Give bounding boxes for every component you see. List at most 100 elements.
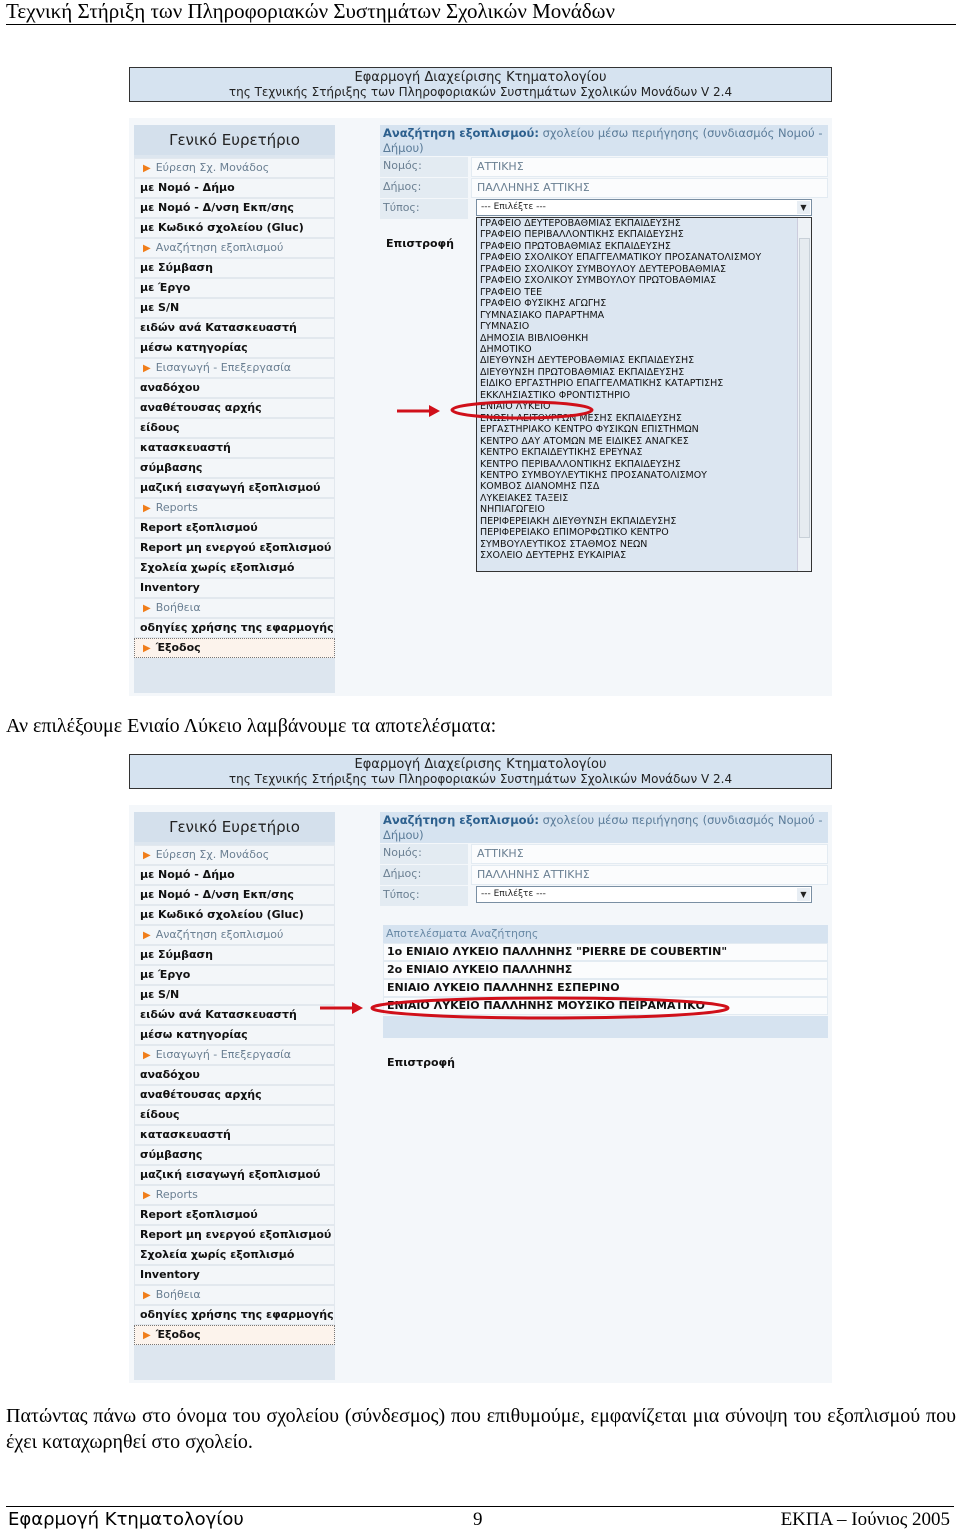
sidebar-item[interactable]: Report μη ενεργού εξοπλισμού — [134, 1225, 335, 1245]
sidebar-item-label: Έξοδος — [155, 641, 201, 654]
sidebar-item[interactable]: μαζική εισαγωγή εξοπλισμού — [134, 1165, 335, 1185]
sidebar-item[interactable]: μαζική εισαγωγή εξοπλισμού — [134, 478, 335, 498]
sidebar-item[interactable]: σύμβασης — [134, 458, 335, 478]
dropdown-option[interactable]: ΓΡΑΦΕΙΟ ΣΧΟΛΙΚΟΥ ΕΠΑΓΓΕΛΜΑΤΙΚΟΥ ΠΡΟΣΑΝΑΤ… — [480, 252, 811, 263]
dropdown-option[interactable]: ΓΡΑΦΕΙΟ ΠΕΡΙΒΑΛΛΟΝΤΙΚΗΣ ΕΚΠΑΙΔΕΥΣΗΣ — [480, 229, 811, 240]
sidebar-item[interactable]: ▶ Έξοδος — [134, 638, 335, 658]
sidebar-item[interactable]: οδηγίες χρήσης της εφαρμογής — [134, 1305, 335, 1325]
chevron-down-icon[interactable]: ▼ — [797, 888, 810, 901]
dimos-label: Δήμος: — [380, 865, 468, 885]
dropdown-option[interactable]: ΚΕΝΤΡΟ ΣΥΜΒΟΥΛΕΥΤΙΚΗΣ ΠΡΟΣΑΝΑΤΟΛΙΣΜΟΥ — [480, 470, 811, 481]
sidebar-item[interactable]: με Σύμβαση — [134, 258, 335, 278]
sidebar-item-label: ειδών ανά Κατασκευαστή — [140, 1008, 297, 1021]
dropdown-option[interactable]: ΓΡΑΦΕΙΟ ΣΧΟΛΙΚΟΥ ΣΥΜΒΟΥΛΟΥ ΔΕΥΤΕΡΟΒΑΘΜΙΑ… — [480, 264, 811, 275]
dropdown-option[interactable]: ΓΥΜΝΑΣΙΟ — [480, 321, 811, 332]
dropdown-option[interactable]: ΠΕΡΙΦΕΡΕΙΑΚΗ ΔΙΕΥΘΥΝΣΗ ΕΚΠΑΙΔΕΥΣΗΣ — [480, 516, 811, 527]
sidebar-item[interactable]: Σχολεία χωρίς εξοπλισμό — [134, 1245, 335, 1265]
dropdown-option[interactable]: ΓΡΑΦΕΙΟ ΠΡΩΤΟΒΑΘΜΙΑΣ ΕΚΠΑΙΔΕΥΣΗΣ — [480, 241, 811, 252]
sidebar-item[interactable]: κατασκευαστή — [134, 1125, 335, 1145]
sidebar-item[interactable]: με Κωδικό σχολείου (Gluc) — [134, 218, 335, 238]
dropdown-option[interactable]: ΣΥΜΒΟΥΛΕΥΤΙΚΟΣ ΣΤΑΘΜΟΣ ΝΕΩΝ — [480, 539, 811, 550]
dropdown-option[interactable]: ΣΧΟΛΕΙΟ ΔΕΥΤΕΡΗΣ ΕΥΚΑΙΡΙΑΣ — [480, 550, 811, 561]
result-link[interactable]: 2ο ΕΝΙΑΙΟ ΛΥΚΕΙΟ ΠΑΛΛΗΝΗΣ — [383, 961, 828, 979]
dropdown-option[interactable]: ΚΕΝΤΡΟ ΠΕΡΙΒΑΛΛΟΝΤΙΚΗΣ ΕΚΠΑΙΔΕΥΣΗΣ — [480, 459, 811, 470]
dropdown-option[interactable]: ΕΝΩΣΗ ΛΕΙΤΟΥΡΓΩΝ ΜΕΣΗΣ ΕΚΠΑΙΔΕΥΣΗΣ — [480, 413, 811, 424]
sidebar-item[interactable]: Σχολεία χωρίς εξοπλισμό — [134, 558, 335, 578]
result-link[interactable]: ΕΝΙΑΙΟ ΛΥΚΕΙΟ ΠΑΛΛΗΝΗΣ ΜΟΥΣΙΚΟ ΠΕΙΡΑΜΑΤΙ… — [383, 997, 828, 1015]
sidebar-item[interactable]: κατασκευαστή — [134, 438, 335, 458]
sidebar-item-label: σύμβασης — [140, 461, 203, 474]
dropdown-option[interactable]: ΓΥΜΝΑΣΙΑΚΟ ΠΑΡΑΡΤΗΜΑ — [480, 310, 811, 321]
sidebar-item[interactable]: με Νομό - Δ/νση Εκπ/σης — [134, 885, 335, 905]
dimos-value[interactable]: ΠΑΛΛΗΝΗΣ ΑΤΤΙΚΗΣ — [471, 865, 828, 885]
dropdown-option[interactable]: ΔΙΕΥΘΥΝΣΗ ΠΡΩΤΟΒΑΘΜΙΑΣ ΕΚΠΑΙΔΕΥΣΗΣ — [480, 367, 811, 378]
nomos-value[interactable]: ΑΤΤΙΚΗΣ — [471, 157, 828, 177]
dropdown-option[interactable]: ΓΡΑΦΕΙΟ ΦΥΣΙΚΗΣ ΑΓΩΓΗΣ — [480, 298, 811, 309]
dropdown-option[interactable]: ΔΗΜΟΤΙΚΟ — [480, 344, 811, 355]
sidebar-item[interactable]: με Σύμβαση — [134, 945, 335, 965]
sidebar-item[interactable]: με Έργο — [134, 965, 335, 985]
nomos-label: Νομός: — [380, 844, 468, 864]
type-dropdown-list[interactable]: ΓΡΑΦΕΙΟ ΔΕΥΤΕΡΟΒΑΘΜΙΑΣ ΕΚΠΑΙΔΕΥΣΗΣ ΓΡΑΦΕΙ… — [476, 217, 812, 572]
sidebar-item[interactable]: με Νομό - Δήμο — [134, 178, 335, 198]
results-table: Αποτελέσματα Αναζήτησης 1ο ΕΝΙΑΙΟ ΛΥΚΕΙΟ … — [383, 925, 828, 1038]
dropdown-option[interactable]: ΓΡΑΦΕΙΟ ΔΕΥΤΕΡΟΒΑΘΜΙΑΣ ΕΚΠΑΙΔΕΥΣΗΣ — [480, 218, 811, 229]
sidebar-footer — [134, 661, 335, 693]
dropdown-option[interactable]: ΕΝΙΑΙΟ ΛΥΚΕΙΟ — [480, 401, 811, 412]
sidebar-item[interactable]: ▶ Έξοδος — [134, 1325, 335, 1345]
scrollbar[interactable] — [797, 218, 811, 571]
sidebar-item-label: σύμβασης — [140, 1148, 203, 1161]
page-number: 9 — [473, 1509, 483, 1530]
sidebar-item[interactable]: οδηγίες χρήσης της εφαρμογής — [134, 618, 335, 638]
sidebar-item-label: με Νομό - Δ/νση Εκπ/σης — [140, 201, 294, 214]
sidebar-item[interactable]: ειδών ανά Κατασκευαστή — [134, 318, 335, 338]
chevron-down-icon[interactable]: ▼ — [797, 201, 810, 214]
scrollbar-thumb[interactable] — [799, 238, 810, 538]
dropdown-option[interactable]: ΚΟΜΒΟΣ ΔΙΑΝΟΜΗΣ ΠΣΔ — [480, 481, 811, 492]
sidebar-item[interactable]: αναδόχου — [134, 1065, 335, 1085]
sidebar-item[interactable]: σύμβασης — [134, 1145, 335, 1165]
dropdown-option[interactable]: ΕΙΔΙΚΟ ΕΡΓΑΣΤΗΡΙΟ ΕΠΑΓΓΕΛΜΑΤΙΚΗΣ ΚΑΤΑΡΤΙ… — [480, 378, 811, 389]
dropdown-option[interactable]: ΝΗΠΙΑΓΩΓΕΙΟ — [480, 504, 811, 515]
sidebar-item[interactable]: είδους — [134, 1105, 335, 1125]
dropdown-option[interactable]: ΓΡΑΦΕΙΟ ΣΧΟΛΙΚΟΥ ΣΥΜΒΟΥΛΟΥ ΠΡΩΤΟΒΑΘΜΙΑΣ — [480, 275, 811, 286]
sidebar-item: ▶ Reports — [134, 1185, 335, 1205]
dropdown-option[interactable]: ΓΡΑΦΕΙΟ ΤΕΕ — [480, 287, 811, 298]
sidebar-item[interactable]: με S/N — [134, 985, 335, 1005]
sidebar-item[interactable]: Report εξοπλισμού — [134, 1205, 335, 1225]
type-select[interactable]: --- Επιλέξτε --- ▼ — [476, 199, 812, 216]
sidebar-item[interactable]: Inventory — [134, 578, 335, 598]
sidebar-item[interactable]: αναδόχου — [134, 378, 335, 398]
sidebar-item[interactable]: με Έργο — [134, 278, 335, 298]
sidebar-item[interactable]: μέσω κατηγορίας — [134, 1025, 335, 1045]
nomos-value[interactable]: ΑΤΤΙΚΗΣ — [471, 844, 828, 864]
dropdown-option[interactable]: ΔΗΜΟΣΙΑ ΒΙΒΛΙΟΘΗΚΗ — [480, 333, 811, 344]
sidebar-item[interactable]: με Κωδικό σχολείου (Gluc) — [134, 905, 335, 925]
sidebar-item[interactable]: αναθέτουσας αρχής — [134, 1085, 335, 1105]
sidebar-item[interactable]: με Νομό - Δ/νση Εκπ/σης — [134, 198, 335, 218]
back-link[interactable]: Επιστροφή — [387, 1056, 455, 1069]
sidebar-item[interactable]: μέσω κατηγορίας — [134, 338, 335, 358]
dropdown-option[interactable]: ΚΕΝΤΡΟ ΕΚΠΑΙΔΕΥΤΙΚΗΣ ΕΡΕΥΝΑΣ — [480, 447, 811, 458]
triangle-right-icon: ▶ — [143, 850, 151, 861]
sidebar-item[interactable]: Report εξοπλισμού — [134, 518, 335, 538]
dropdown-option[interactable]: ΠΕΡΙΦΕΡΕΙΑΚΟ ΕΠΙΜΟΡΦΩΤΙΚΟ ΚΕΝΤΡΟ — [480, 527, 811, 538]
result-link[interactable]: ΕΝΙΑΙΟ ΛΥΚΕΙΟ ΠΑΛΛΗΝΗΣ ΕΣΠΕΡΙΝΟ — [383, 979, 828, 997]
sidebar-item[interactable]: με Νομό - Δήμο — [134, 865, 335, 885]
sidebar-item[interactable]: με S/N — [134, 298, 335, 318]
nomos-field: Νομός: ΑΤΤΙΚΗΣ — [380, 844, 828, 864]
dropdown-option[interactable]: ΚΕΝΤΡΟ ΔΑΥ ΑΤΟΜΩΝ ΜΕ ΕΙΔΙΚΕΣ ΑΝΑΓΚΕΣ — [480, 436, 811, 447]
sidebar-item[interactable]: είδους — [134, 418, 335, 438]
type-select[interactable]: --- Επιλέξτε --- ▼ — [476, 886, 812, 903]
dimos-value[interactable]: ΠΑΛΛΗΝΗΣ ΑΤΤΙΚΗΣ — [471, 178, 828, 198]
dropdown-option[interactable]: ΕΡΓΑΣΤΗΡΙΑΚΟ ΚΕΝΤΡΟ ΦΥΣΙΚΩΝ ΕΠΙΣΤΗΜΩΝ — [480, 424, 811, 435]
result-link[interactable]: 1ο ΕΝΙΑΙΟ ΛΥΚΕΙΟ ΠΑΛΛΗΝΗΣ "PIERRE DE COU… — [383, 943, 828, 961]
dropdown-option[interactable]: ΛΥΚΕΙΑΚΕΣ ΤΑΞΕΙΣ — [480, 493, 811, 504]
sidebar-item[interactable]: αναθέτουσας αρχής — [134, 398, 335, 418]
dropdown-option[interactable]: ΕΚΚΛΗΣΙΑΣΤΙΚΟ ΦΡΟΝΤΙΣΤΗΡΙΟ — [480, 390, 811, 401]
back-link[interactable]: Επιστροφή — [386, 237, 454, 250]
sidebar-item[interactable]: Inventory — [134, 1265, 335, 1285]
sidebar-item[interactable]: Report μη ενεργού εξοπλισμού — [134, 538, 335, 558]
dropdown-option[interactable]: ΔΙΕΥΘΥΝΣΗ ΔΕΥΤΕΡΟΒΑΘΜΙΑΣ ΕΚΠΑΙΔΕΥΣΗΣ — [480, 355, 811, 366]
sidebar-item[interactable]: ειδών ανά Κατασκευαστή — [134, 1005, 335, 1025]
